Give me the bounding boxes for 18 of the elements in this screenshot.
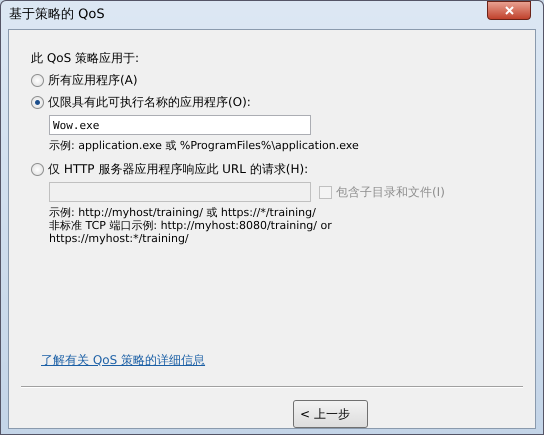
back-button[interactable]: < 上一步 <box>293 400 368 428</box>
close-button[interactable] <box>487 1 531 20</box>
radio-button[interactable] <box>31 74 44 86</box>
close-icon <box>504 6 514 15</box>
example-text: 非标准 TCP 端口示例: http://myhost:8080/training/ or <box>49 219 333 232</box>
radio-button[interactable] <box>31 162 44 176</box>
info-link[interactable]: 了解有关 QoS 策略的详细信息 <box>41 353 206 367</box>
example-text: 示例: http://myhost/training/ 或 https://*/training/ <box>49 206 317 219</box>
radio-label[interactable]: 所有应用程序(A) <box>48 71 138 89</box>
window-title: 基于策略的 QoS <box>9 6 105 24</box>
radio-label[interactable]: 仅限具有此可执行名称的应用程序(O): <box>48 93 251 111</box>
example-text: 示例: application.exe 或 %ProgramFiles%\application.exe <box>49 139 360 152</box>
radio-button[interactable] <box>31 96 44 108</box>
example-text: https://myhost:*/training/ <box>49 232 190 245</box>
radio-label[interactable]: 仅 HTTP 服务器应用程序响应此 URL 的请求(H): <box>48 160 308 178</box>
heading-label: 此 QoS 策略应用于: <box>31 50 140 67</box>
text-field[interactable]: Wow.exe <box>49 115 311 135</box>
checkbox-label: 包含子目录和文件(I) <box>336 184 445 201</box>
